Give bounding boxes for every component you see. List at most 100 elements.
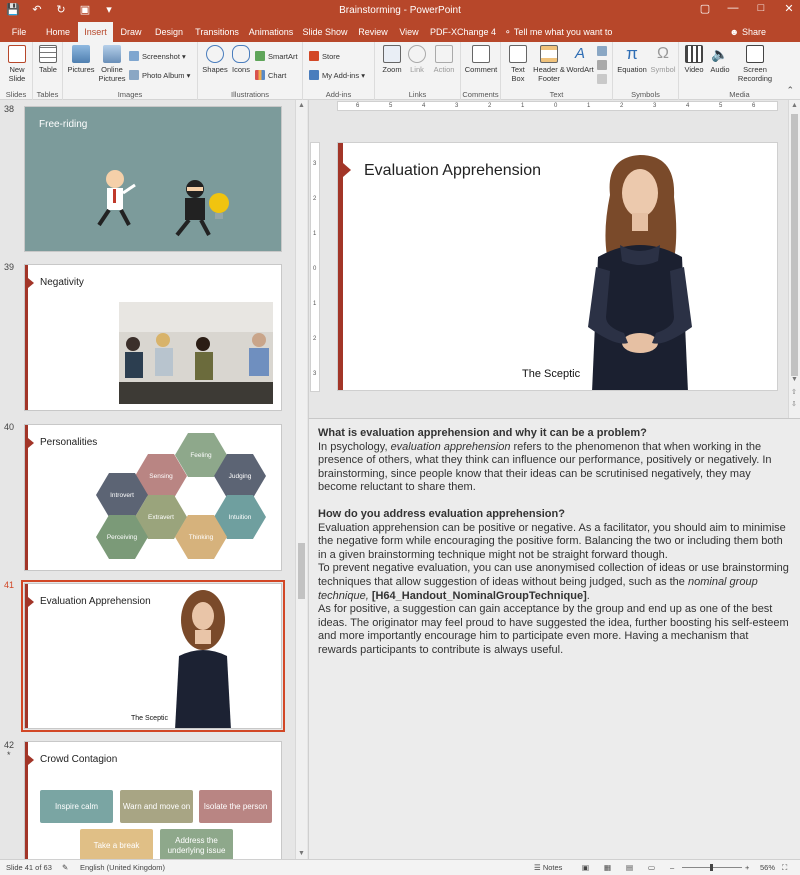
screenshot-button[interactable]: Screenshot ▾ [129, 51, 186, 62]
smartart-button[interactable]: SmartArt [255, 51, 298, 62]
pictures-button[interactable]: Pictures [66, 45, 96, 74]
spelling-icon[interactable]: ✎ [62, 863, 68, 872]
comment-button[interactable]: Comment [463, 45, 499, 74]
thumbnail-slide-38[interactable]: Free-riding [24, 106, 282, 252]
thumbnail-slide-41[interactable]: Evaluation Apprehension The Sceptic [21, 580, 285, 732]
thumbnail-slide-39[interactable]: Negativity [24, 264, 282, 411]
slide-count: Slide 41 of 63 [6, 863, 52, 872]
slide-show-icon[interactable]: ▭ [648, 863, 655, 872]
link-button[interactable]: Link [405, 45, 429, 74]
object-icon[interactable] [597, 74, 610, 85]
action-button[interactable]: Action [430, 45, 458, 74]
collapse-ribbon-icon[interactable]: ⌃ [786, 85, 794, 96]
notes-emphasis: evaluation apprehension [390, 440, 511, 453]
photo-album-button[interactable]: Photo Album ▾ [129, 70, 190, 81]
close-icon[interactable]: ✕ [782, 2, 796, 15]
thumb-title: Evaluation Apprehension [40, 596, 151, 607]
tab-draw[interactable]: Draw [116, 22, 146, 42]
symbol-button[interactable]: Ω Symbol [649, 45, 677, 74]
zoom-in-icon[interactable]: + [745, 863, 749, 872]
new-slide-button[interactable]: New Slide [3, 45, 31, 83]
tab-file[interactable]: File [4, 22, 34, 42]
shapes-button[interactable]: Shapes [201, 45, 229, 74]
screenshot-label: Screenshot [142, 52, 180, 61]
tab-design[interactable]: Design [150, 22, 188, 42]
slide-thumbnail-pane[interactable]: 38 Free-riding 39 Negativity 40 Personal… [0, 100, 307, 859]
tab-insert[interactable]: Insert [78, 22, 113, 42]
action-label: Action [433, 65, 455, 74]
zoom-button[interactable]: Zoom [379, 45, 405, 74]
fit-to-window-icon[interactable]: ⛶ [782, 863, 787, 873]
next-slide-icon[interactable]: ⇩ [791, 400, 797, 408]
previous-slide-icon[interactable]: ⇧ [791, 388, 797, 396]
scroll-down-icon[interactable]: ▼ [298, 850, 305, 857]
scrollbar-thumb[interactable] [791, 114, 798, 376]
normal-view-icon[interactable]: ▣ [582, 863, 589, 872]
thumb-accent-triangle [28, 278, 34, 288]
table-button[interactable]: Table [35, 45, 61, 74]
slide-sorter-icon[interactable]: ▦ [604, 863, 611, 872]
my-addins-button[interactable]: My Add-ins ▾ [309, 70, 365, 81]
equation-button[interactable]: π Equation [615, 45, 649, 75]
ribbon-display-icon[interactable]: ▢ [698, 2, 712, 15]
pictures-label: Pictures [67, 65, 95, 74]
text-box-button[interactable]: Text Box [505, 45, 531, 83]
scrollbar-thumb[interactable] [298, 543, 305, 599]
ruler-mark: 5 [389, 103, 393, 109]
tab-pdf-xchange[interactable]: PDF-XChange 4 [428, 22, 498, 42]
notes-pane[interactable]: What is evaluation apprehension and why … [308, 418, 800, 859]
reading-view-icon[interactable]: ▤ [626, 863, 633, 872]
slide-caption[interactable]: The Sceptic [522, 368, 580, 380]
date-time-icon[interactable] [597, 46, 610, 57]
store-button[interactable]: Store [309, 51, 340, 62]
thumbnail-slide-42[interactable]: Crowd Contagion Inspire calm Warn and mo… [24, 741, 282, 859]
notes-text: . [586, 589, 590, 602]
zoom-out-icon[interactable]: – [670, 863, 674, 872]
chart-button[interactable]: Chart [255, 70, 286, 81]
action-icon [435, 45, 453, 63]
online-pictures-label: Online Pictures [98, 65, 126, 83]
header-footer-button[interactable]: Header & Footer [532, 45, 566, 83]
maximize-icon[interactable]: □ [754, 2, 768, 15]
scroll-down-icon[interactable]: ▼ [791, 376, 798, 383]
video-icon [685, 45, 703, 63]
slide-title[interactable]: Evaluation Apprehension [364, 162, 541, 180]
wordart-button[interactable]: A WordArt [565, 45, 595, 74]
screen-recording-button[interactable]: Screen Recording [735, 45, 775, 83]
tab-view[interactable]: View [394, 22, 424, 42]
slide-number-icon[interactable] [597, 60, 610, 71]
scroll-up-icon[interactable]: ▲ [791, 102, 798, 109]
editor-scrollbar[interactable]: ▲ ▼ ⇧ ⇩ [788, 100, 800, 418]
tell-me-box[interactable]: ⚬ Tell me what you want to do [504, 22, 616, 57]
zoom-level[interactable]: 56% [760, 863, 775, 872]
notes-icon: ☰ [534, 863, 543, 872]
tab-animations[interactable]: Animations [246, 22, 296, 42]
sceptic-woman-image[interactable] [576, 147, 706, 391]
scroll-up-icon[interactable]: ▲ [298, 102, 305, 109]
store-label: Store [322, 52, 340, 61]
zoom-slider-knob[interactable] [710, 864, 713, 871]
icons-button[interactable]: Icons [229, 45, 253, 74]
notes-paragraph-3: To prevent negative evaluation, you can … [318, 562, 790, 603]
thumb-caption: The Sceptic [131, 715, 168, 722]
thumbnail-scrollbar[interactable]: ▲ ▼ [295, 100, 307, 859]
video-button[interactable]: Video [681, 45, 707, 74]
share-button[interactable]: ☻ Share [729, 22, 766, 42]
tab-review[interactable]: Review [355, 22, 391, 42]
ruler-mark: 3 [313, 161, 317, 167]
tab-slide-show[interactable]: Slide Show [300, 22, 350, 42]
current-slide[interactable]: Evaluation Apprehension The Sceptic [337, 142, 778, 391]
zoom-slider[interactable] [682, 864, 742, 871]
icons-icon [232, 45, 250, 63]
thumbnail-slide-40[interactable]: Personalities Feeling Sensing Judging In… [24, 424, 282, 571]
notes-toggle[interactable]: ☰ Notes [534, 863, 562, 872]
tab-transitions[interactable]: Transitions [192, 22, 242, 42]
tab-home[interactable]: Home [40, 22, 76, 42]
status-bar: Slide 41 of 63 ✎ English (United Kingdom… [0, 859, 800, 875]
minimize-icon[interactable]: — [726, 2, 740, 15]
audio-button[interactable]: 🔈 Audio [707, 45, 733, 74]
language-indicator[interactable]: English (United Kingdom) [80, 863, 165, 872]
ruler-mark: 1 [587, 103, 591, 109]
online-pictures-button[interactable]: Online Pictures [97, 45, 127, 83]
ruler-mark: 1 [313, 231, 317, 237]
